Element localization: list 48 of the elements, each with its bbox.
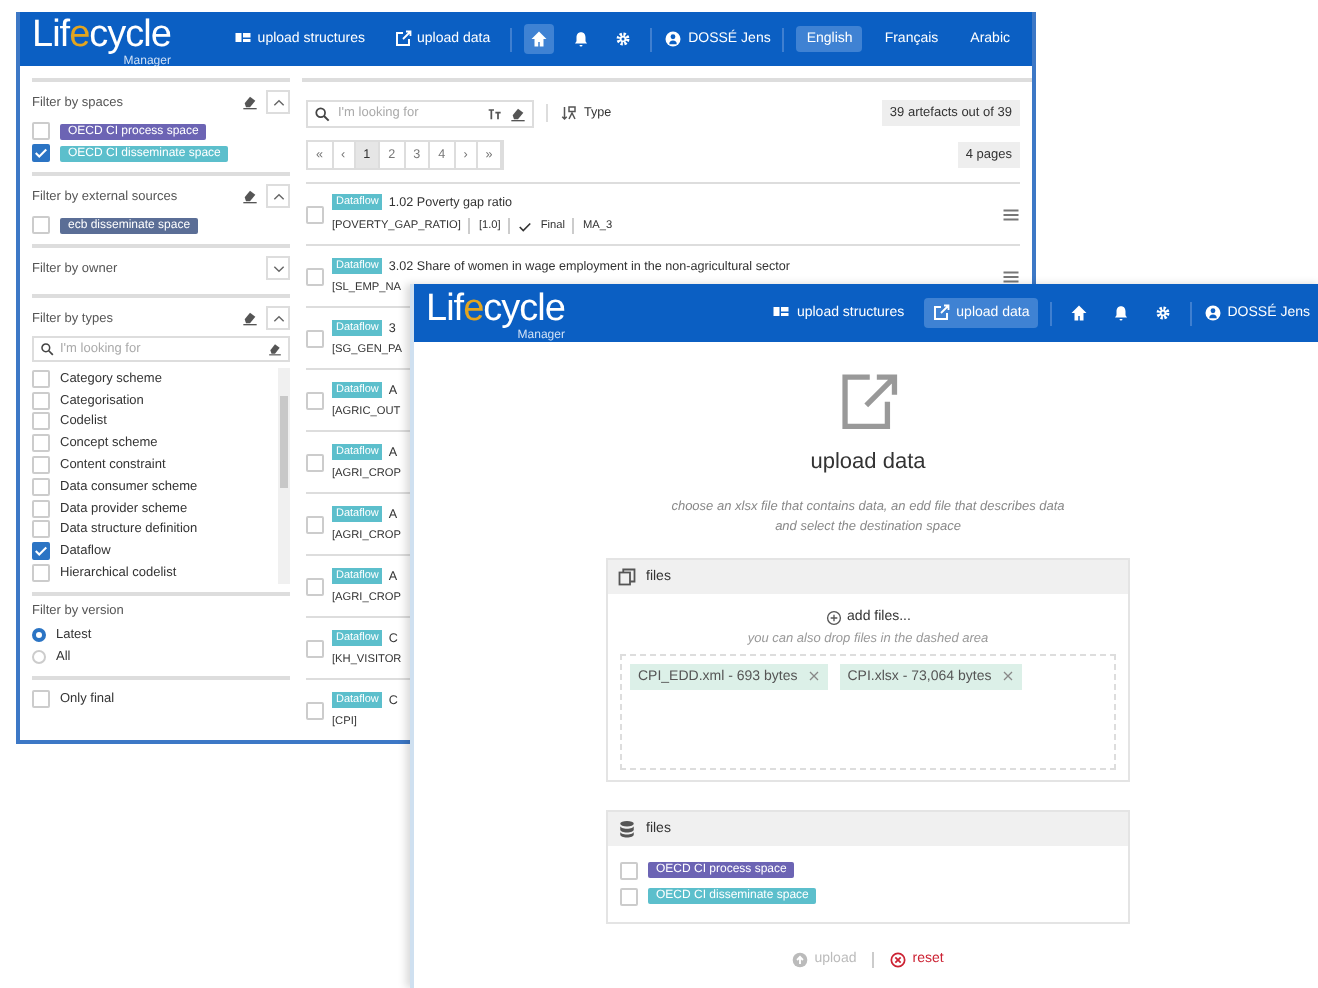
scrollbar[interactable]: [278, 368, 290, 584]
chevron-icon: [271, 261, 285, 275]
copy-icon: [618, 567, 636, 585]
chevron-icon: [271, 311, 285, 325]
chevron-icon: [271, 189, 285, 203]
blocks-icon: [233, 30, 252, 48]
plus-icon: [825, 609, 842, 625]
cancel-icon: [890, 951, 907, 967]
check-icon: [34, 146, 48, 160]
menu-icon[interactable]: [1002, 267, 1020, 285]
check-icon: [518, 219, 533, 233]
upload-icon: [792, 951, 809, 967]
settings-icon: [1153, 304, 1172, 322]
chevron-icon: [271, 95, 285, 109]
export-icon: [838, 370, 898, 430]
home-button[interactable]: [524, 24, 555, 54]
database-icon: [618, 819, 636, 837]
collapse-button[interactable]: [266, 90, 290, 114]
check-icon: [34, 544, 48, 559]
eraser-icon[interactable]: [242, 188, 258, 204]
text-filter-icon[interactable]: [486, 105, 502, 121]
home-icon: [1069, 304, 1088, 322]
close-icon[interactable]: [1001, 670, 1014, 682]
checkbox[interactable]: [32, 542, 50, 561]
page-title: upload data: [810, 450, 926, 474]
collapse-button[interactable]: [266, 306, 290, 330]
home-icon: [530, 30, 549, 48]
user-icon: [664, 30, 683, 48]
user-icon: [1203, 304, 1222, 322]
bell-icon: [572, 30, 591, 48]
search-icon: [40, 342, 54, 356]
collapse-button[interactable]: [266, 256, 290, 280]
eraser-icon[interactable]: [242, 310, 258, 326]
eraser-icon: [268, 342, 282, 356]
search-icon: [314, 105, 330, 121]
eraser-icon[interactable]: [510, 105, 526, 121]
menu-icon[interactable]: [1002, 205, 1020, 223]
blocks-icon: [772, 304, 791, 322]
export-icon: [393, 30, 411, 48]
checkbox[interactable]: [32, 144, 50, 162]
settings-icon: [614, 30, 633, 48]
sort-icon: [560, 104, 578, 122]
close-icon[interactable]: [807, 670, 820, 682]
collapse-button[interactable]: [266, 184, 290, 208]
bell-icon: [1111, 304, 1130, 322]
export-icon: [932, 304, 951, 322]
eraser-icon[interactable]: [242, 94, 258, 110]
radio-button[interactable]: [32, 628, 46, 642]
